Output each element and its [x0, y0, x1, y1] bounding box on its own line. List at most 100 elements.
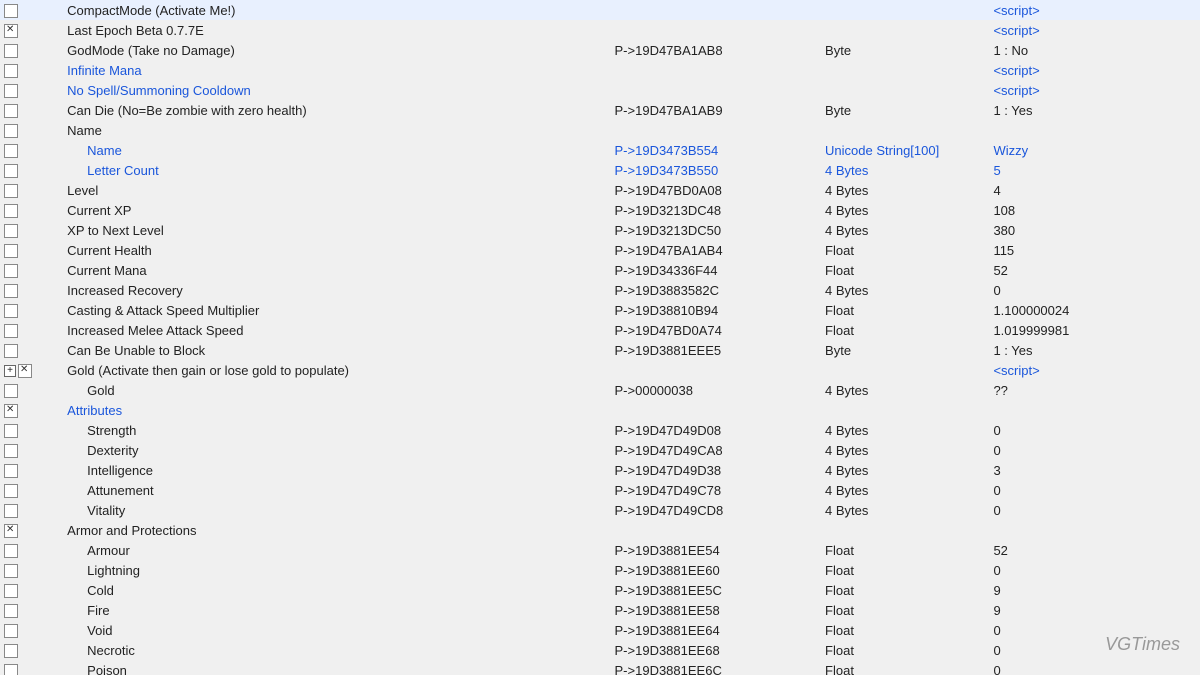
addr-value: P->19D3881EE6C [615, 663, 722, 675]
table-row[interactable]: ArmourP->19D3881EE54Float52 [0, 540, 1200, 560]
checkbox[interactable] [4, 44, 18, 58]
table-row[interactable]: Increased Melee Attack SpeedP->19D47BD0A… [0, 320, 1200, 340]
checkbox[interactable] [4, 444, 18, 458]
checkbox[interactable] [4, 504, 18, 518]
checkbox[interactable] [4, 664, 18, 675]
checkbox[interactable] [4, 564, 18, 578]
checkbox[interactable] [4, 124, 18, 138]
label-cell: Void [63, 620, 610, 640]
checkbox[interactable] [4, 4, 18, 18]
row-label[interactable]: No Spell/Summoning Cooldown [67, 83, 251, 98]
table-row[interactable]: FireP->19D3881EE58Float9 [0, 600, 1200, 620]
checkbox[interactable] [4, 284, 18, 298]
checkbox-x[interactable] [18, 364, 32, 378]
table-row[interactable]: Name [0, 120, 1200, 140]
checkbox[interactable] [4, 64, 18, 78]
checkbox[interactable] [4, 224, 18, 238]
type-value: Float [825, 543, 854, 558]
checkbox[interactable] [4, 644, 18, 658]
table-row[interactable]: VitalityP->19D47D49CD84 Bytes0 [0, 500, 1200, 520]
table-row[interactable]: Current HealthP->19D47BA1AB4Float115 [0, 240, 1200, 260]
table-row[interactable]: Can Be Unable to BlockP->19D3881EEE5Byte… [0, 340, 1200, 360]
check-cell [0, 280, 63, 300]
table-row[interactable]: Armor and Protections [0, 520, 1200, 540]
table-row[interactable]: Attributes [0, 400, 1200, 420]
addr-value: P->19D3473B550 [615, 163, 719, 178]
row-value: 0 [993, 563, 1000, 578]
row-label[interactable]: Infinite Mana [67, 63, 141, 78]
type-value: 4 Bytes [825, 483, 868, 498]
table-row[interactable]: Casting & Attack Speed MultiplierP->19D3… [0, 300, 1200, 320]
row-value: 108 [993, 203, 1015, 218]
row-value: 0 [993, 663, 1000, 675]
checkbox[interactable] [4, 584, 18, 598]
table-row[interactable]: XP to Next LevelP->19D3213DC504 Bytes380 [0, 220, 1200, 240]
checkbox[interactable] [4, 204, 18, 218]
table-row[interactable]: PoisonP->19D3881EE6CFloat0 [0, 660, 1200, 675]
type-value: Float [825, 563, 854, 578]
table-row[interactable]: ColdP->19D3881EE5CFloat9 [0, 580, 1200, 600]
table-row[interactable]: Last Epoch Beta 0.7.7E<script> [0, 20, 1200, 40]
row-value: 4 [993, 183, 1000, 198]
checkbox-x[interactable] [4, 24, 18, 38]
checkbox[interactable] [4, 604, 18, 618]
checkbox[interactable] [4, 164, 18, 178]
main-container[interactable]: CompactMode (Activate Me!)<script>Last E… [0, 0, 1200, 675]
table-row[interactable]: No Spell/Summoning Cooldown<script> [0, 80, 1200, 100]
table-row[interactable]: NecroticP->19D3881EE68Float0 [0, 640, 1200, 660]
table-row[interactable]: NameP->19D3473B554Unicode String[100]Wiz… [0, 140, 1200, 160]
type-cell: 4 Bytes [821, 220, 989, 240]
table-row[interactable]: IntelligenceP->19D47D49D384 Bytes3 [0, 460, 1200, 480]
checkbox-x[interactable] [4, 524, 18, 538]
label-cell: XP to Next Level [63, 220, 610, 240]
table-row[interactable]: Increased RecoveryP->19D3883582C4 Bytes0 [0, 280, 1200, 300]
table-row[interactable]: CompactMode (Activate Me!)<script> [0, 0, 1200, 20]
checkbox[interactable] [4, 624, 18, 638]
checkbox[interactable] [4, 344, 18, 358]
row-value: <script> [993, 3, 1039, 18]
row-value: 380 [993, 223, 1015, 238]
table-row[interactable]: Infinite Mana<script> [0, 60, 1200, 80]
table-row[interactable]: Current ManaP->19D34336F44Float52 [0, 260, 1200, 280]
table-row[interactable]: StrengthP->19D47D49D084 Bytes0 [0, 420, 1200, 440]
checkbox[interactable] [4, 544, 18, 558]
checkbox[interactable] [4, 424, 18, 438]
table-row[interactable]: Can Die (No=Be zombie with zero health)P… [0, 100, 1200, 120]
checkbox[interactable] [4, 264, 18, 278]
value-cell [989, 400, 1200, 420]
addr-cell [611, 360, 822, 380]
row-label[interactable]: Name [67, 143, 122, 158]
value-cell: <script> [989, 0, 1200, 20]
addr-cell [611, 400, 822, 420]
check-cell [0, 540, 63, 560]
table-row[interactable]: DexterityP->19D47D49CA84 Bytes0 [0, 440, 1200, 460]
checkbox[interactable] [4, 324, 18, 338]
addr-cell: P->19D47D49C78 [611, 480, 822, 500]
checkbox[interactable] [4, 84, 18, 98]
table-row[interactable]: Current XPP->19D3213DC484 Bytes108 [0, 200, 1200, 220]
expand-icon[interactable]: + [4, 365, 16, 377]
checkbox[interactable] [4, 304, 18, 318]
type-value: Unicode String[100] [825, 143, 939, 158]
table-row[interactable]: LevelP->19D47BD0A084 Bytes4 [0, 180, 1200, 200]
table-row[interactable]: LightningP->19D3881EE60Float0 [0, 560, 1200, 580]
table-row[interactable]: VoidP->19D3881EE64Float0 [0, 620, 1200, 640]
checkbox-x[interactable] [4, 404, 18, 418]
table-row[interactable]: AttunementP->19D47D49C784 Bytes0 [0, 480, 1200, 500]
row-label[interactable]: Letter Count [67, 163, 159, 178]
table-row[interactable]: GoldP->000000384 Bytes?? [0, 380, 1200, 400]
table-row[interactable]: +Gold (Activate then gain or lose gold t… [0, 360, 1200, 380]
checkbox[interactable] [4, 244, 18, 258]
checkbox[interactable] [4, 144, 18, 158]
checkbox[interactable] [4, 484, 18, 498]
row-label: Attunement [67, 483, 154, 498]
checkbox[interactable] [4, 384, 18, 398]
addr-cell: P->19D3881EE64 [611, 620, 822, 640]
table-row[interactable]: GodMode (Take no Damage)P->19D47BA1AB8By… [0, 40, 1200, 60]
checkbox[interactable] [4, 464, 18, 478]
checkbox[interactable] [4, 104, 18, 118]
row-label[interactable]: Attributes [67, 403, 122, 418]
table-row[interactable]: Letter CountP->19D3473B5504 Bytes5 [0, 160, 1200, 180]
addr-cell: P->19D47BA1AB4 [611, 240, 822, 260]
checkbox[interactable] [4, 184, 18, 198]
